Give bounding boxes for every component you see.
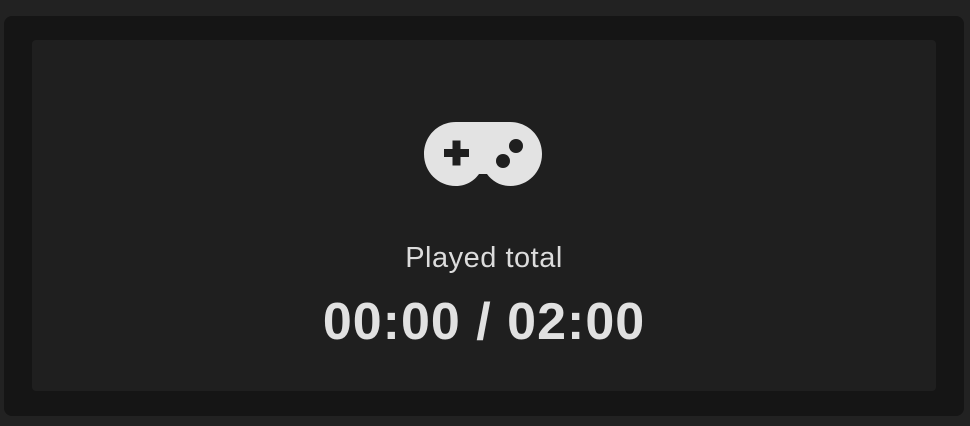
played-panel-frame: Played total 00:00 / 02:00 (4, 16, 964, 416)
played-total-card: Played total 00:00 / 02:00 (32, 40, 936, 391)
played-time-value: 00:00 / 02:00 (322, 293, 646, 351)
gamepad-icon (424, 122, 542, 186)
played-total-label: Played total (405, 242, 563, 274)
